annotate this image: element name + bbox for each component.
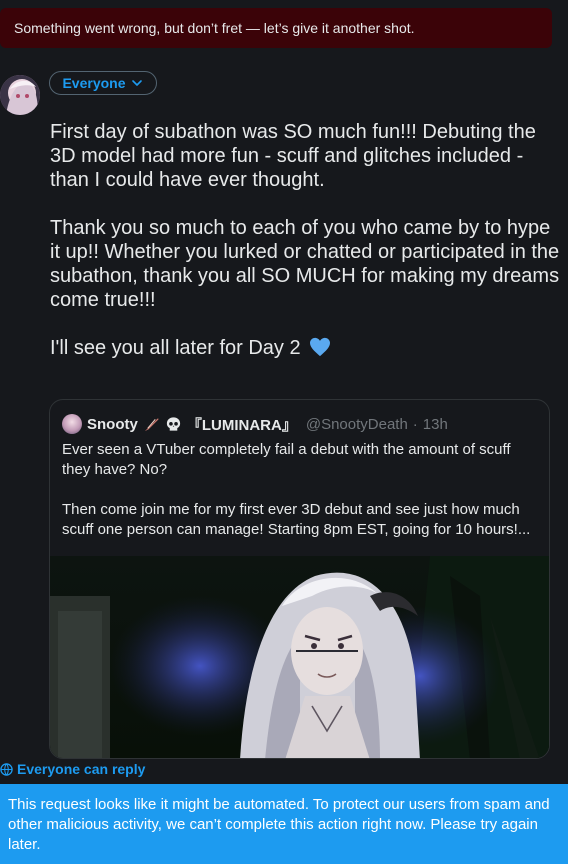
reply-setting-label: Everyone can reply — [17, 761, 146, 777]
quoted-post-text: Ever seen a VTuber completely fail a deb… — [62, 440, 542, 560]
quoted-post-display-name: Snooty — [87, 415, 138, 433]
quoted-post-time: 13h — [422, 415, 448, 433]
composer-paragraph: First day of subathon was SO much fun!!!… — [50, 121, 536, 191]
quoted-post-card[interactable]: Snooty 『LUMINARA』 @SnootyDeath · 13h Eve… — [49, 399, 550, 759]
chevron-down-icon — [131, 80, 142, 86]
quoted-post-media[interactable] — [50, 556, 549, 758]
error-banner-text: Something went wrong, but don’t fret — l… — [14, 20, 415, 36]
vtuber-3d-model-image — [50, 556, 549, 758]
blue-heart-emoji-icon — [309, 337, 330, 357]
avatar-image — [0, 75, 40, 115]
composer-text-area[interactable]: First day of subathon was SO much fun!!!… — [50, 120, 560, 384]
composer-paragraph-text: I'll see you all later for Day 2 — [50, 337, 301, 359]
quoted-post-display-name-suffix: 『LUMINARA』 — [186, 416, 297, 434]
error-banner: Something went wrong, but don’t fret — l… — [0, 8, 552, 48]
globe-icon — [0, 762, 13, 776]
quoted-post-header: Snooty 『LUMINARA』 @SnootyDeath · 13h — [62, 414, 448, 434]
feather-emoji-icon — [144, 417, 159, 431]
composer-paragraph: I'll see you all later for Day 2 — [50, 336, 560, 360]
skull-emoji-icon — [166, 416, 180, 431]
separator-dot: · — [412, 415, 418, 433]
automation-error-toast: This request looks like it might be auto… — [0, 784, 568, 864]
toast-text: This request looks like it might be auto… — [8, 796, 550, 853]
quoted-post-handle: @SnootyDeath — [305, 415, 408, 433]
composer-paragraph: Thank you so much to each of you who cam… — [50, 217, 560, 311]
avatar[interactable] — [0, 75, 40, 115]
quoted-post-paragraph: Then come join me for my first ever 3D d… — [62, 501, 531, 538]
quoted-post-paragraph: Ever seen a VTuber completely fail a deb… — [62, 441, 511, 478]
audience-label: Everyone — [62, 75, 126, 91]
reply-setting-button[interactable]: Everyone can reply — [0, 760, 145, 778]
audience-selector-button[interactable]: Everyone — [49, 71, 157, 95]
quoted-post-avatar — [62, 414, 82, 434]
